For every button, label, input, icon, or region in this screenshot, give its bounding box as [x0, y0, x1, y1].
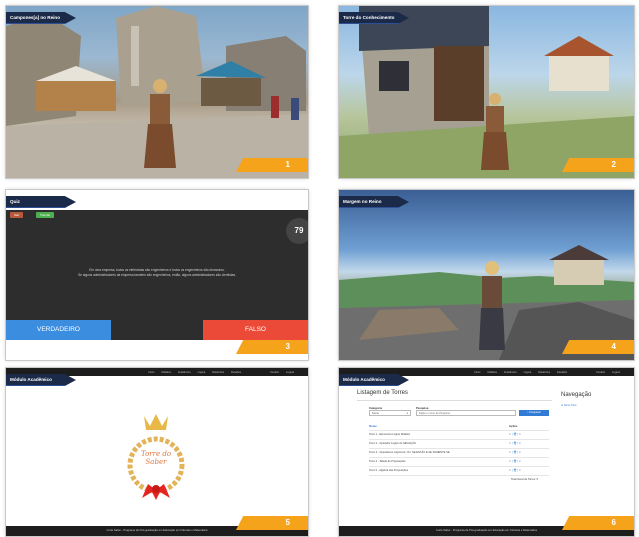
chevron-down-icon: ▾: [406, 412, 408, 415]
row-name: Torre 1 - Elementos Lógica Didático: [369, 433, 411, 436]
row-name: Torre 2 - Operador Lógico de NEGAÇÃO: [369, 442, 416, 445]
true-button[interactable]: VERDADEIRO: [6, 320, 111, 340]
row-actions-icons[interactable]: ✎ | 🗑 | ✕: [509, 458, 521, 466]
panel-title: Campones[a] no Reino: [6, 12, 76, 24]
cliff-scene: [339, 190, 634, 360]
side-nav-link[interactable]: ⊕ Nova Torre: [561, 404, 577, 407]
nav-item[interactable]: Acadêmico: [504, 371, 517, 374]
nav-item[interactable]: Didática: [161, 371, 170, 374]
exit-tag[interactable]: Sair: [10, 212, 24, 218]
nav-item[interactable]: Início: [474, 371, 480, 374]
divider: [357, 400, 552, 401]
search-button[interactable]: ⌕ Pesquisar: [519, 410, 549, 416]
screenshot-panel-6: Início Didática Acadêmico Lógica Relatór…: [339, 368, 634, 536]
panel-title: Torre do Conhecimento: [339, 12, 409, 24]
panel-number-badge: 3: [236, 340, 308, 354]
character-figure: [144, 79, 176, 168]
nav-item[interactable]: Acadêmico: [178, 371, 191, 374]
nav-item[interactable]: Desafios: [557, 371, 567, 374]
plus-icon: ⊕: [561, 404, 564, 407]
total-count: Total Geral de Torres: 5: [511, 478, 538, 481]
search-input[interactable]: [416, 410, 516, 416]
nav-item[interactable]: Lógica: [524, 371, 532, 374]
panel-number-badge: 5: [236, 516, 308, 530]
nav-item[interactable]: Didática: [487, 371, 496, 374]
nav-user[interactable]: Usuário: [596, 371, 605, 374]
nav-item[interactable]: Início: [148, 371, 154, 374]
column-header-actions: Ações: [509, 424, 518, 428]
village-scene: [6, 6, 308, 178]
nav-user[interactable]: Usuário: [270, 371, 279, 374]
row-actions-icons[interactable]: ✎ | 🗑 | ✕: [509, 449, 521, 457]
logo-text: Torre do Saber: [116, 450, 196, 466]
side-nav-title: Navegação: [561, 392, 592, 398]
search-button-label: Pesquisar: [529, 411, 541, 414]
table-row: Torre 5 - Algebra das Proposições ✎ | 🗑 …: [369, 466, 549, 476]
category-select[interactable]: Nome ▾: [369, 410, 411, 416]
table-row: Torre 3 - Operadores Lógicos E, OU, SE-E…: [369, 448, 549, 457]
panel-number-badge: 4: [562, 340, 634, 354]
nav-logout[interactable]: Logout: [286, 371, 294, 374]
tower-scene: [339, 6, 634, 178]
row-actions-icons[interactable]: ✎ | 🗑 | ✕: [509, 431, 521, 439]
column-header-name: Nome: [369, 424, 377, 428]
question-line-2: Se alguns administradores da empresa tam…: [78, 273, 236, 277]
false-button[interactable]: FALSO: [203, 320, 308, 340]
screenshot-panel-2: Torre do Conhecimento 2: [339, 6, 634, 178]
panel-title: Módulo Acadêmico: [339, 374, 409, 386]
nav-logout[interactable]: Logout: [612, 371, 620, 374]
character-figure: [479, 261, 505, 350]
panel-number-badge: 2: [562, 158, 634, 172]
row-name: Torre 3 - Operadores Lógicos E, OU, SE-E…: [369, 451, 450, 454]
screenshot-panel-4: Margem no Reino 4: [339, 190, 634, 360]
row-actions-icons[interactable]: ✎ | 🗑 | ✕: [509, 440, 521, 448]
table-row: Torre 4 - Tabela de Proposições ✎ | 🗑 | …: [369, 457, 549, 466]
panel-number-badge: 6: [562, 516, 634, 530]
row-actions-icons[interactable]: ✎ | 🗑 | ✕: [509, 467, 521, 475]
panel-number-badge: 1: [236, 158, 308, 172]
panel-title: Quiz: [6, 196, 76, 208]
quiz-question: Em uma empresa, todos os eletricistas sã…: [26, 268, 288, 278]
nav-item[interactable]: Desafios: [231, 371, 241, 374]
page-title: Listagem de Torres: [357, 390, 408, 396]
panel-title: Margem no Reino: [339, 196, 409, 208]
row-name: Torre 4 - Tabela de Proposições: [369, 460, 406, 463]
row-name: Torre 5 - Algebra das Proposições: [369, 469, 409, 472]
logo-line-2: Saber: [145, 458, 167, 466]
table-row: Torre 1 - Elementos Lógica Didático ✎ | …: [369, 430, 549, 439]
screenshot-panel-1: Campones[a] no Reino 1: [6, 6, 308, 178]
screenshot-panel-3: Sair Tutorial 79 Em uma empresa, todos o…: [6, 190, 308, 360]
category-select-value: Nome: [372, 412, 379, 415]
timer-badge: 79: [286, 218, 308, 244]
logo-line-1: Torre do: [140, 450, 172, 458]
towers-table: Torre 1 - Elementos Lógica Didático ✎ | …: [369, 430, 549, 476]
nav-item[interactable]: Relatórios: [538, 371, 550, 374]
panel-title: Módulo Acadêmico: [6, 374, 76, 386]
nav-item[interactable]: Relatórios: [212, 371, 224, 374]
nav-item[interactable]: Lógica: [198, 371, 206, 374]
tutorial-tag[interactable]: Tutorial: [36, 212, 54, 218]
character-figure: [481, 93, 509, 170]
table-row: Torre 2 - Operador Lógico de NEGAÇÃO ✎ |…: [369, 439, 549, 448]
side-nav-link-label: Nova Torre: [563, 404, 577, 407]
screenshot-panel-5: Início Didática Acadêmico Lógica Relatór…: [6, 368, 308, 536]
app-logo: Torre do Saber: [116, 410, 196, 500]
quiz-board: Sair Tutorial 79 Em uma empresa, todos o…: [6, 210, 308, 340]
